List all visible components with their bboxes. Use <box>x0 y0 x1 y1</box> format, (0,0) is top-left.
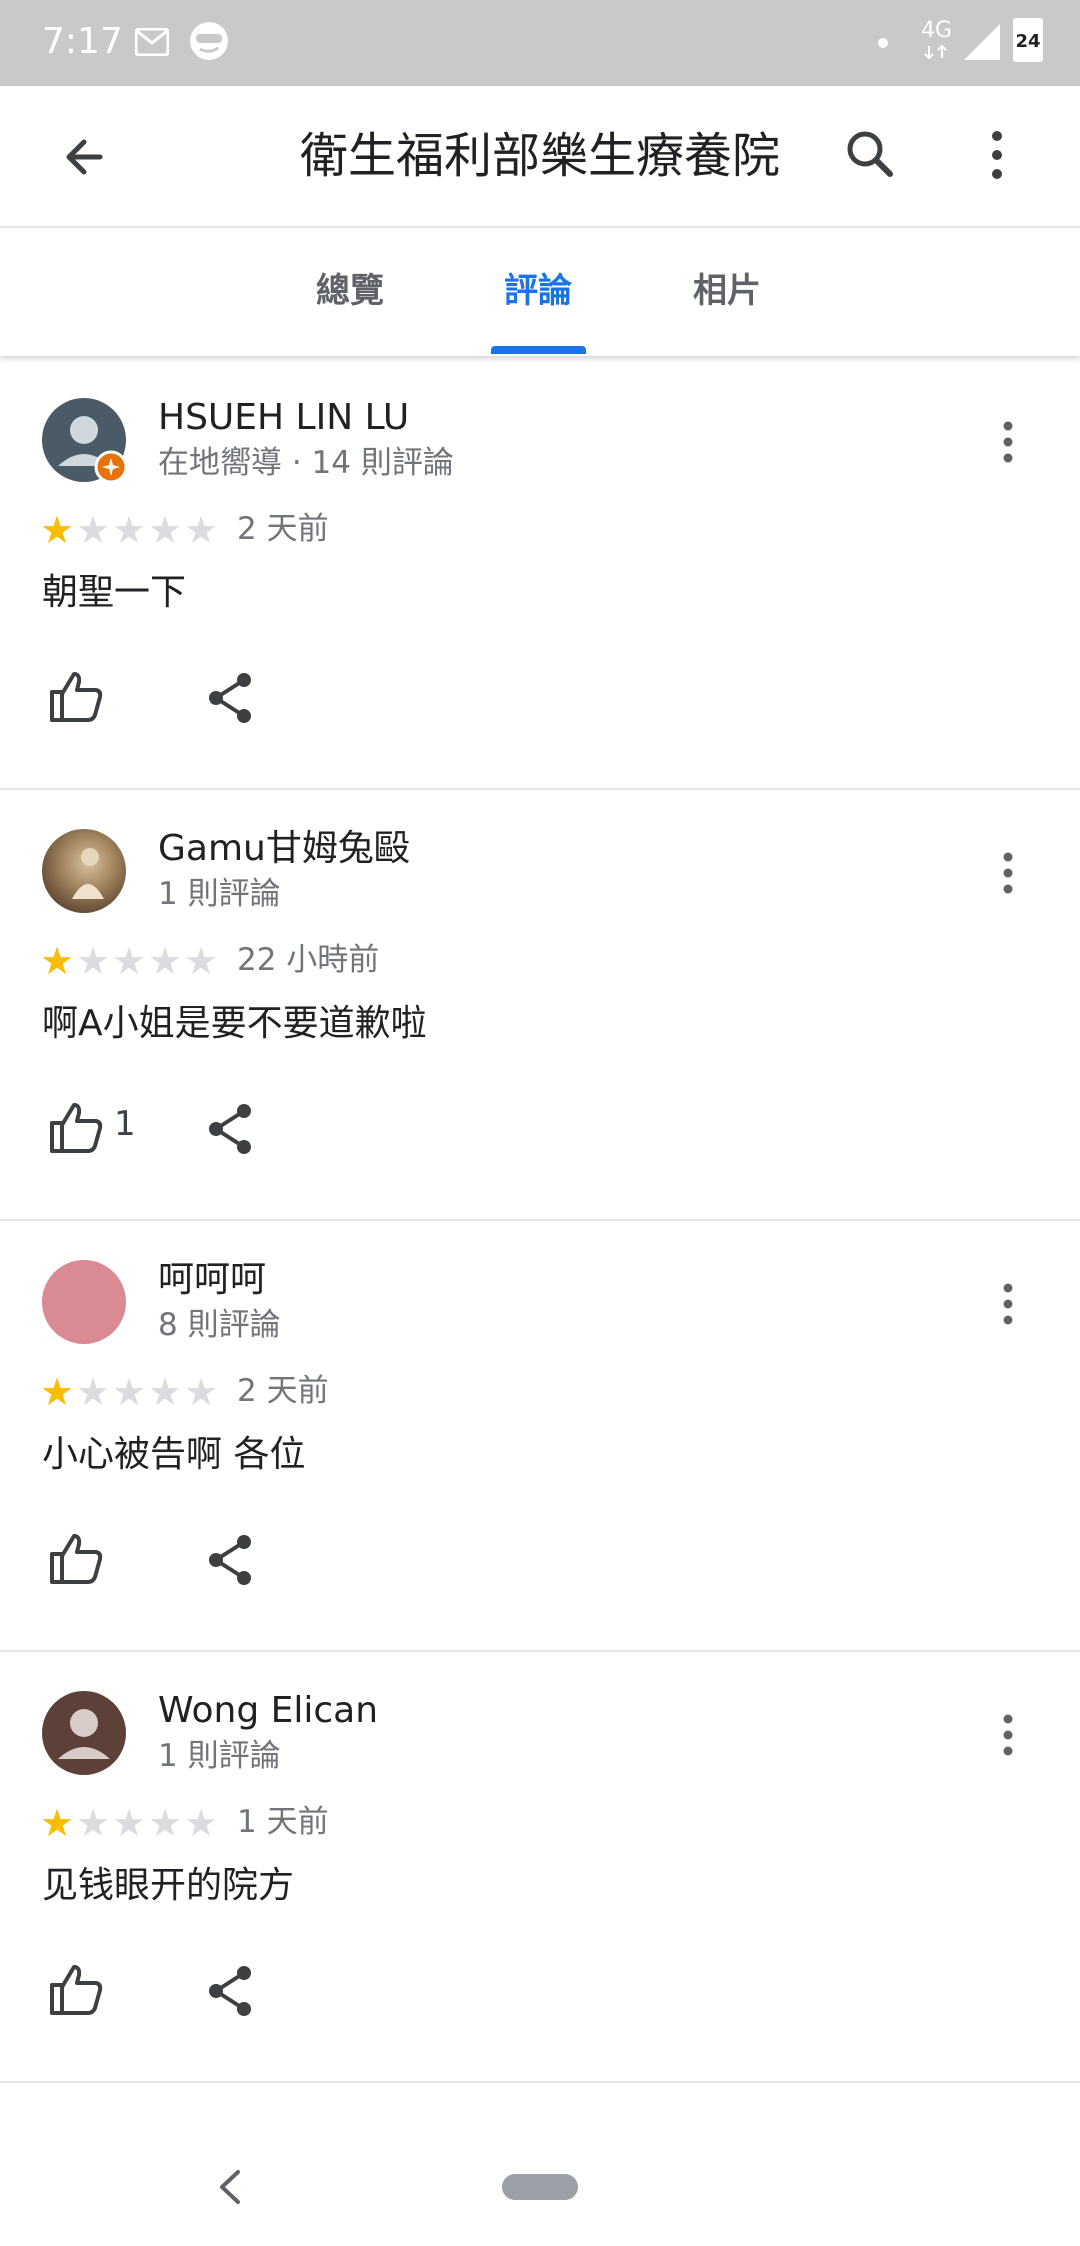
star-rating: ★★★★★ <box>40 941 220 981</box>
app-notification-icon <box>190 22 228 60</box>
review-time: 2 天前 <box>237 1373 329 1409</box>
star-empty-icon: ★ <box>112 1801 147 1845</box>
photo-avatar-icon <box>72 848 104 899</box>
network-type: 4G <box>921 18 953 43</box>
review-time: 1 天前 <box>237 1804 329 1840</box>
tab-reviews[interactable]: 評論 <box>488 268 588 314</box>
reviewer-meta: 8 則評論 <box>158 1307 281 1343</box>
star-empty-icon: ★ <box>76 1801 111 1845</box>
home-pill[interactable] <box>502 2174 578 2200</box>
star-empty-icon: ★ <box>148 939 183 983</box>
nav-back-icon[interactable] <box>210 2164 250 2210</box>
share-icon[interactable] <box>206 1963 256 2019</box>
reviewer-meta: 1 則評論 <box>158 1738 281 1774</box>
search-icon[interactable] <box>836 120 906 190</box>
star-empty-icon: ★ <box>184 1801 219 1845</box>
tab-bar: 總覽 評論 相片 <box>0 228 1080 356</box>
review-item: Wong Elican 1 則評論 ★★★★★ 1 天前 见钱眼开的院方 <box>0 1651 1080 2083</box>
star-filled-icon: ★ <box>40 508 75 552</box>
review-text: 小心被告啊 各位 <box>42 1434 306 1475</box>
star-rating: ★★★★★ <box>40 510 220 550</box>
review-time: 2 天前 <box>237 511 329 547</box>
star-empty-icon: ★ <box>76 939 111 983</box>
like-count: 1 <box>114 1104 136 1144</box>
avatar[interactable] <box>42 1260 126 1344</box>
star-empty-icon: ★ <box>76 1370 111 1414</box>
star-empty-icon: ★ <box>112 939 147 983</box>
reviewer-meta: 1 則評論 <box>158 876 281 912</box>
tab-photos[interactable]: 相片 <box>677 268 777 314</box>
star-empty-icon: ★ <box>184 939 219 983</box>
star-filled-icon: ★ <box>40 1370 75 1414</box>
review-text: 啊A小姐是要不要道歉啦 <box>42 1003 427 1044</box>
more-vert-icon[interactable] <box>988 1276 1028 1332</box>
data-arrows-icon <box>924 44 947 60</box>
reviewer-name[interactable]: Gamu甘姆兔毆 <box>158 825 410 873</box>
back-arrow-icon[interactable] <box>50 122 120 192</box>
local-guide-badge-icon <box>94 450 128 484</box>
star-rating: ★★★★★ <box>40 1803 220 1843</box>
more-vert-icon[interactable] <box>988 1707 1028 1763</box>
tab-overview[interactable]: 總覽 <box>300 268 400 314</box>
star-empty-icon: ★ <box>112 508 147 552</box>
reviewer-name[interactable]: Wong Elican <box>158 1687 378 1735</box>
star-filled-icon: ★ <box>40 1801 75 1845</box>
share-icon[interactable] <box>206 1101 256 1157</box>
more-vert-icon[interactable] <box>962 120 1032 190</box>
avatar[interactable] <box>42 398 128 484</box>
star-empty-icon: ★ <box>148 1370 183 1414</box>
status-time: 7:17 <box>42 21 123 62</box>
battery-icon: 24 <box>1013 18 1043 62</box>
review-text: 见钱眼开的院方 <box>42 1865 295 1906</box>
more-vert-icon[interactable] <box>988 414 1028 470</box>
app-bar: 衛生福利部樂生療養院 <box>0 86 1080 228</box>
thumbs-up-icon[interactable] <box>46 666 106 726</box>
reviewer-name[interactable]: HSUEH LIN LU <box>158 394 409 442</box>
review-time: 22 小時前 <box>237 942 380 978</box>
system-nav-bar <box>0 2120 1080 2246</box>
more-vert-icon[interactable] <box>988 845 1028 901</box>
star-empty-icon: ★ <box>148 508 183 552</box>
dot-icon <box>878 38 888 48</box>
avatar[interactable] <box>42 1691 126 1775</box>
review-item: 呵呵呵 8 則評論 ★★★★★ 2 天前 小心被告啊 各位 <box>0 1220 1080 1652</box>
thumbs-up-icon[interactable] <box>46 1528 106 1588</box>
page-title: 衛生福利部樂生療養院 <box>300 128 781 184</box>
mail-icon <box>135 28 169 56</box>
star-rating: ★★★★★ <box>40 1372 220 1412</box>
status-bar: 7:17 4G 24 <box>0 0 1080 86</box>
star-filled-icon: ★ <box>40 939 75 983</box>
star-empty-icon: ★ <box>148 1801 183 1845</box>
reviewer-name[interactable]: 呵呵呵 <box>158 1256 266 1304</box>
thumbs-up-icon[interactable] <box>46 1097 106 1157</box>
reviewer-meta: 在地嚮導 · 14 則評論 <box>158 445 454 481</box>
avatar[interactable] <box>42 829 126 913</box>
active-tab-indicator <box>491 346 586 354</box>
star-empty-icon: ★ <box>112 1370 147 1414</box>
star-empty-icon: ★ <box>184 1370 219 1414</box>
star-empty-icon: ★ <box>184 508 219 552</box>
battery-level: 24 <box>1015 31 1041 52</box>
signal-icon <box>964 24 1000 60</box>
share-icon[interactable] <box>206 670 256 726</box>
share-icon[interactable] <box>206 1532 256 1588</box>
person-icon <box>58 1709 110 1759</box>
review-item: HSUEH LIN LU 在地嚮導 · 14 則評論 ★★★★★ 2 天前 朝聖… <box>0 358 1080 790</box>
review-text: 朝聖一下 <box>42 572 187 613</box>
review-item: Gamu甘姆兔毆 1 則評論 ★★★★★ 22 小時前 啊A小姐是要不要道歉啦 … <box>0 789 1080 1221</box>
thumbs-up-icon[interactable] <box>46 1959 106 2019</box>
star-empty-icon: ★ <box>76 508 111 552</box>
